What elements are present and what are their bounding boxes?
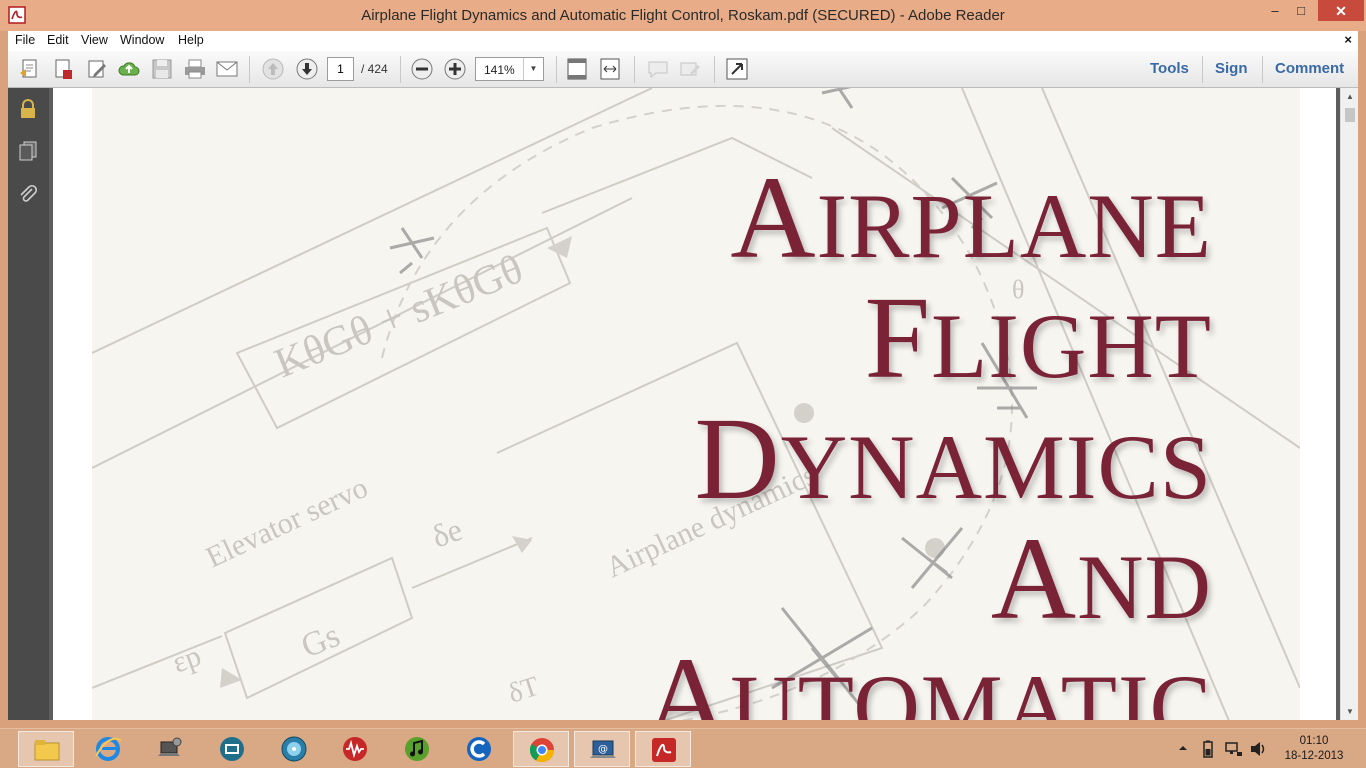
edit-pdf-icon[interactable]: [85, 57, 109, 81]
toolbar-separator: [249, 56, 250, 83]
menu-window[interactable]: Window: [120, 33, 164, 47]
toolbar: 1 / 424 141% ▼ Tools Sign Comment: [8, 51, 1358, 88]
upload-cloud-icon[interactable]: [117, 57, 141, 81]
zoom-value: 141%: [484, 63, 515, 77]
zoom-out-icon[interactable]: [410, 57, 434, 81]
taskbar-media-player[interactable]: [204, 731, 260, 767]
page-number-input[interactable]: 1: [327, 57, 354, 81]
controller-label: KθGθ + sKθGθ: [269, 246, 530, 387]
chevron-down-icon[interactable]: ▼: [523, 58, 543, 80]
export-pdf-icon[interactable]: [51, 57, 75, 81]
network-icon[interactable]: [1225, 741, 1243, 757]
taskbar-internet-explorer[interactable]: [80, 731, 136, 767]
taskbar-cyberlink-app[interactable]: [451, 731, 507, 767]
page-count: / 424: [361, 62, 388, 76]
delta-e-label: δe: [427, 511, 467, 555]
maximize-button[interactable]: □: [1288, 0, 1314, 22]
taskbar: @ 01:10 18-12-2013: [0, 728, 1366, 768]
print-icon[interactable]: [183, 57, 207, 81]
system-clock[interactable]: 01:10 18-12-2013: [1282, 734, 1346, 764]
fit-page-icon[interactable]: [565, 57, 589, 81]
scroll-up-arrow-icon[interactable]: ▲: [1341, 88, 1359, 105]
battery-icon[interactable]: [1200, 740, 1216, 758]
menu-bar: File Edit View Window Help ×: [8, 31, 1358, 51]
cover-title-line-1: AIRPLANE: [730, 152, 1212, 283]
taskbar-chrome[interactable]: [513, 731, 569, 767]
save-icon[interactable]: [150, 57, 174, 81]
elevator-servo-label: Elevator servo: [201, 471, 373, 574]
taskbar-itunes[interactable]: [389, 731, 445, 767]
cover-title-line-4: AND: [990, 513, 1212, 644]
document-view[interactable]: KθGθ + sKθGθ Elevator servo Gs Airplane …: [49, 88, 1340, 720]
sticky-note-icon[interactable]: [646, 57, 670, 81]
film-icon: [220, 737, 244, 761]
c-logo-icon: [467, 737, 491, 761]
taskbar-file-explorer[interactable]: [18, 731, 74, 767]
cover-title-line-3: DYNAMICS: [694, 393, 1212, 524]
paperclip-icon[interactable]: [17, 184, 39, 206]
chrome-icon: [529, 738, 554, 763]
cover-title-line-5: AUTOMATIC: [644, 633, 1212, 720]
servo-transfer-label: Gs: [296, 617, 345, 665]
book-cover: KθGθ + sKθGθ Elevator servo Gs Airplane …: [92, 88, 1300, 720]
taskbar-adobe-reader[interactable]: [635, 731, 691, 767]
menu-help[interactable]: Help: [178, 33, 204, 47]
zoom-select[interactable]: 141% ▼: [475, 57, 544, 81]
window-title: Airplane Flight Dynamics and Automatic F…: [361, 7, 1005, 24]
previous-page-icon[interactable]: [261, 57, 285, 81]
svg-text:@: @: [598, 744, 608, 755]
clock-time: 01:10: [1299, 735, 1329, 747]
taskbar-laptop-settings[interactable]: [142, 731, 198, 767]
navigation-panel: [8, 88, 49, 720]
toolbar-separator: [400, 56, 401, 83]
disc-icon: [281, 736, 307, 762]
internet-explorer-icon: [95, 737, 122, 761]
taskbar-email-app[interactable]: @: [574, 731, 630, 767]
vertical-scrollbar[interactable]: ▲ ▼: [1340, 88, 1358, 720]
menu-edit[interactable]: Edit: [47, 33, 69, 47]
toolbar-separator: [1202, 56, 1203, 83]
minimize-button[interactable]: –: [1262, 0, 1288, 22]
menu-file[interactable]: File: [15, 33, 35, 47]
adobe-reader-icon: [652, 738, 676, 762]
next-page-icon[interactable]: [295, 57, 319, 81]
delta-t-label: δT: [505, 671, 543, 710]
cover-title-line-2: FLIGHT: [864, 272, 1212, 403]
audio-wave-icon: [343, 737, 367, 761]
create-pdf-icon[interactable]: [18, 57, 42, 81]
close-window-button[interactable]: ✕: [1318, 0, 1364, 21]
email-icon[interactable]: [215, 57, 239, 81]
close-document-button[interactable]: ×: [1344, 32, 1352, 47]
taskbar-dvd-player[interactable]: [266, 731, 322, 767]
toolbar-separator: [1262, 56, 1263, 83]
email-laptop-icon: @: [590, 740, 616, 758]
toolbar-separator: [634, 56, 635, 83]
scroll-thumb[interactable]: [1345, 108, 1355, 122]
pdf-page: KθGθ + sKθGθ Elevator servo Gs Airplane …: [53, 88, 1336, 720]
scroll-down-arrow-icon[interactable]: ▼: [1341, 703, 1359, 720]
tools-pane-button[interactable]: Tools: [1150, 60, 1189, 77]
laptop-gear-icon: [158, 737, 182, 756]
page-thumbnails-icon[interactable]: [17, 140, 39, 162]
highlight-text-icon[interactable]: [678, 57, 702, 81]
lock-icon[interactable]: [17, 98, 39, 120]
music-note-icon: [405, 737, 429, 761]
toolbar-separator: [556, 56, 557, 83]
clock-date: 18-12-2013: [1284, 750, 1344, 762]
menu-view[interactable]: View: [81, 33, 108, 47]
zoom-in-icon[interactable]: [443, 57, 467, 81]
volume-icon[interactable]: [1249, 741, 1267, 757]
title-bar: Airplane Flight Dynamics and Automatic F…: [0, 0, 1366, 31]
folder-icon: [34, 740, 60, 761]
chevron-up-icon[interactable]: [1178, 743, 1188, 753]
toolbar-separator: [714, 56, 715, 83]
comment-pane-button[interactable]: Comment: [1275, 60, 1344, 77]
taskbar-audio-app[interactable]: [327, 731, 383, 767]
fit-width-icon[interactable]: [598, 57, 622, 81]
full-screen-icon[interactable]: [725, 57, 749, 81]
sign-pane-button[interactable]: Sign: [1215, 60, 1248, 77]
